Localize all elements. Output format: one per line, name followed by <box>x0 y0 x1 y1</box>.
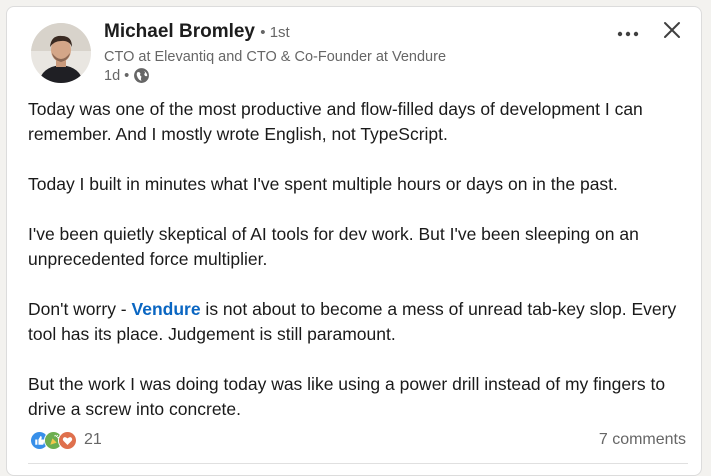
author-name[interactable]: Michael Bromley • 1st <box>104 21 290 43</box>
social-counts-bar: 21 7 comments <box>30 428 686 452</box>
post-text: Today was one of the most productive and… <box>28 97 696 447</box>
more-options-button[interactable] <box>615 21 641 45</box>
ellipsis-icon <box>617 24 639 42</box>
connection-degree: • 1st <box>260 24 290 41</box>
post-paragraph: Don't worry - Vendure is not about to be… <box>28 297 696 347</box>
post-paragraph: Today I built in minutes what I've spent… <box>28 174 618 194</box>
meta-separator: • <box>124 67 130 84</box>
love-icon <box>58 430 77 450</box>
post-text-segment: Don't worry - <box>28 299 132 319</box>
post-time: 1d <box>104 67 121 84</box>
dismiss-button[interactable] <box>659 19 685 45</box>
post-meta: 1d • <box>104 67 150 84</box>
author-name-text[interactable]: Michael Bromley <box>104 21 255 42</box>
globe-icon <box>133 67 150 84</box>
post-paragraph: But the work I was doing today was like … <box>28 374 666 419</box>
comments-count-link[interactable]: 7 comments <box>599 431 686 449</box>
author-headline: CTO at Elevantiq and CTO & Co-Founder at… <box>104 49 447 65</box>
author-avatar[interactable] <box>31 23 91 83</box>
reaction-count[interactable]: 21 <box>84 431 102 449</box>
reactions-summary[interactable]: 21 <box>30 430 102 450</box>
close-icon <box>663 21 681 44</box>
divider <box>28 463 688 464</box>
company-mention-link[interactable]: Vendure <box>132 299 201 319</box>
post-paragraph: Today was one of the most productive and… <box>28 99 643 144</box>
post-card: Michael Bromley • 1st CTO at Elevantiq a… <box>6 6 702 476</box>
post-paragraph: I've been quietly skeptical of AI tools … <box>28 224 639 269</box>
